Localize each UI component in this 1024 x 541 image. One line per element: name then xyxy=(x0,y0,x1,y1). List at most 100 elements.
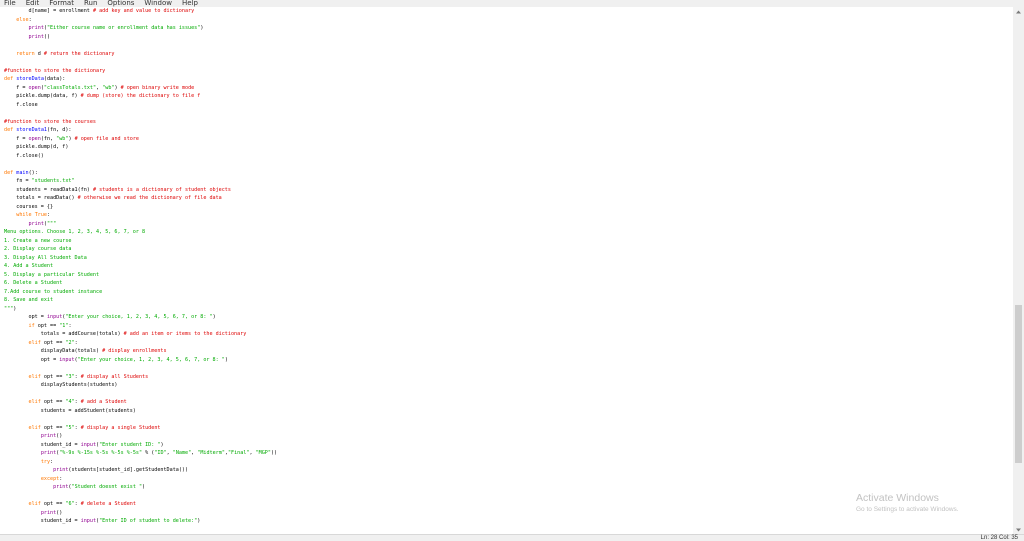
code-line: fn = "students.txt" xyxy=(4,177,277,186)
code-token: elif xyxy=(28,339,41,346)
code-token: # students is a dictionary of student ob… xyxy=(92,186,231,193)
menu-item-options[interactable]: Options xyxy=(107,0,134,7)
code-token: 3. Display All Student Data xyxy=(4,254,87,261)
code-token: (fn, xyxy=(40,135,57,142)
code-token: input xyxy=(46,314,63,320)
code-token: opt = xyxy=(4,314,47,320)
code-token: print xyxy=(28,25,44,31)
code-line: elif opt == "4": # add a Student xyxy=(4,398,277,407)
vertical-scrollbar[interactable] xyxy=(1013,7,1024,534)
code-token: "Name" xyxy=(172,450,192,456)
code-line: students = readData1(fn) # students is a… xyxy=(4,186,277,195)
code-token: displayData(totals) xyxy=(4,348,103,354)
code-token: ) xyxy=(197,518,201,524)
scroll-up-arrow-icon[interactable] xyxy=(1013,7,1024,16)
menu-item-edit[interactable]: Edit xyxy=(26,0,40,7)
code-token: # dump (store) the dictionary to file f xyxy=(80,93,201,99)
code-token: () xyxy=(43,33,51,40)
code-line: totals = addCourse(totals) # add an item… xyxy=(4,330,277,339)
code-token: "Student doesnt exist " xyxy=(71,484,143,490)
menu-item-file[interactable]: File xyxy=(4,0,16,7)
code-token: print xyxy=(28,33,44,40)
code-token: : xyxy=(68,322,72,329)
code-token: open xyxy=(28,84,41,91)
code-token: ) xyxy=(212,314,216,320)
status-bar: Ln: 28 Col: 35 xyxy=(0,534,1024,541)
code-token: # add an item or items to the dictionary xyxy=(123,331,247,337)
scroll-thumb[interactable] xyxy=(1015,305,1022,463)
code-editor[interactable]: d[name] = enrollment # add key and value… xyxy=(0,7,1013,534)
code-token: Menu options. Choose 1, 2, 3, 4, 5, 6, 7… xyxy=(4,229,146,235)
code-token: ) xyxy=(160,441,164,448)
code-token: # open binary write mode xyxy=(120,84,195,91)
menu-item-run[interactable]: Run xyxy=(84,0,97,7)
code-token: "Midterm" xyxy=(197,450,225,456)
code-line: displayData(totals) # display enrollment… xyxy=(4,347,277,356)
code-text[interactable]: d[name] = enrollment # add key and value… xyxy=(4,7,277,526)
code-token: elif xyxy=(28,373,41,380)
code-token: elif xyxy=(28,501,41,507)
code-token: courses = {} xyxy=(4,203,54,210)
code-token: 1. Create a new course xyxy=(4,237,72,244)
code-line: #function to store the courses xyxy=(4,118,277,127)
scroll-down-arrow-icon[interactable] xyxy=(1013,525,1024,534)
code-token: students = readData1(fn) xyxy=(4,186,93,193)
code-line: f = open(fn, "wb") # open file and store xyxy=(4,135,277,144)
code-token: input xyxy=(80,441,97,448)
code-token: (): xyxy=(28,169,38,176)
code-token: : xyxy=(74,339,78,346)
code-token: "3" xyxy=(65,373,75,380)
code-token: ) xyxy=(13,305,17,312)
code-token: "Final" xyxy=(227,450,250,456)
code-token: 5. Display a particular Student xyxy=(4,271,100,278)
code-line: def main(): xyxy=(4,169,277,178)
watermark-title: Activate Windows xyxy=(856,492,939,504)
code-token: f = xyxy=(4,135,29,142)
code-line: courses = {} xyxy=(4,203,277,212)
code-line: print("Either course name or enrollment … xyxy=(4,24,277,33)
code-token: try xyxy=(40,458,51,465)
code-line: displayStudents(students) xyxy=(4,381,277,390)
code-line: def storeData1(fn, d): xyxy=(4,126,277,135)
code-token: print xyxy=(40,450,57,456)
code-token: # add a Student xyxy=(80,399,127,405)
code-line: elif opt == "3": # display all Students xyxy=(4,373,277,382)
code-line: totals = readData() # otherwise we read … xyxy=(4,194,277,203)
code-token: "%-9s %-15s %-5s %-5s %-5s" xyxy=(59,450,143,456)
code-token: print xyxy=(53,467,69,473)
code-line: 6. Delete a Student xyxy=(4,279,277,288)
code-line: print(""" xyxy=(4,220,277,229)
code-token: open xyxy=(28,135,41,142)
code-token: def xyxy=(4,76,14,82)
code-line: print(students[student_id].getStudentDat… xyxy=(4,466,277,475)
code-line: #function to store the dictionary xyxy=(4,67,277,76)
code-line: 4. Add a Student xyxy=(4,262,277,271)
code-line: elif opt == "5": # display a single Stud… xyxy=(4,424,277,433)
code-token: 6. Delete a Student xyxy=(4,280,63,286)
menu-item-help[interactable]: Help xyxy=(182,0,198,7)
menu-item-window[interactable]: Window xyxy=(144,0,172,7)
code-token: opt == xyxy=(40,373,66,380)
code-token: (data): xyxy=(43,76,66,82)
code-line: students = addStudent(students) xyxy=(4,407,277,416)
code-token: opt == xyxy=(40,501,66,507)
code-token: "5" xyxy=(65,424,75,431)
code-token: totals = readData() xyxy=(4,195,78,201)
code-line: print() xyxy=(4,33,277,42)
code-token: d xyxy=(34,50,44,57)
menu-item-format[interactable]: Format xyxy=(49,0,74,7)
code-line: 3. Display All Student Data xyxy=(4,254,277,263)
code-token: "Either course name or enrollment data h… xyxy=(46,25,201,31)
